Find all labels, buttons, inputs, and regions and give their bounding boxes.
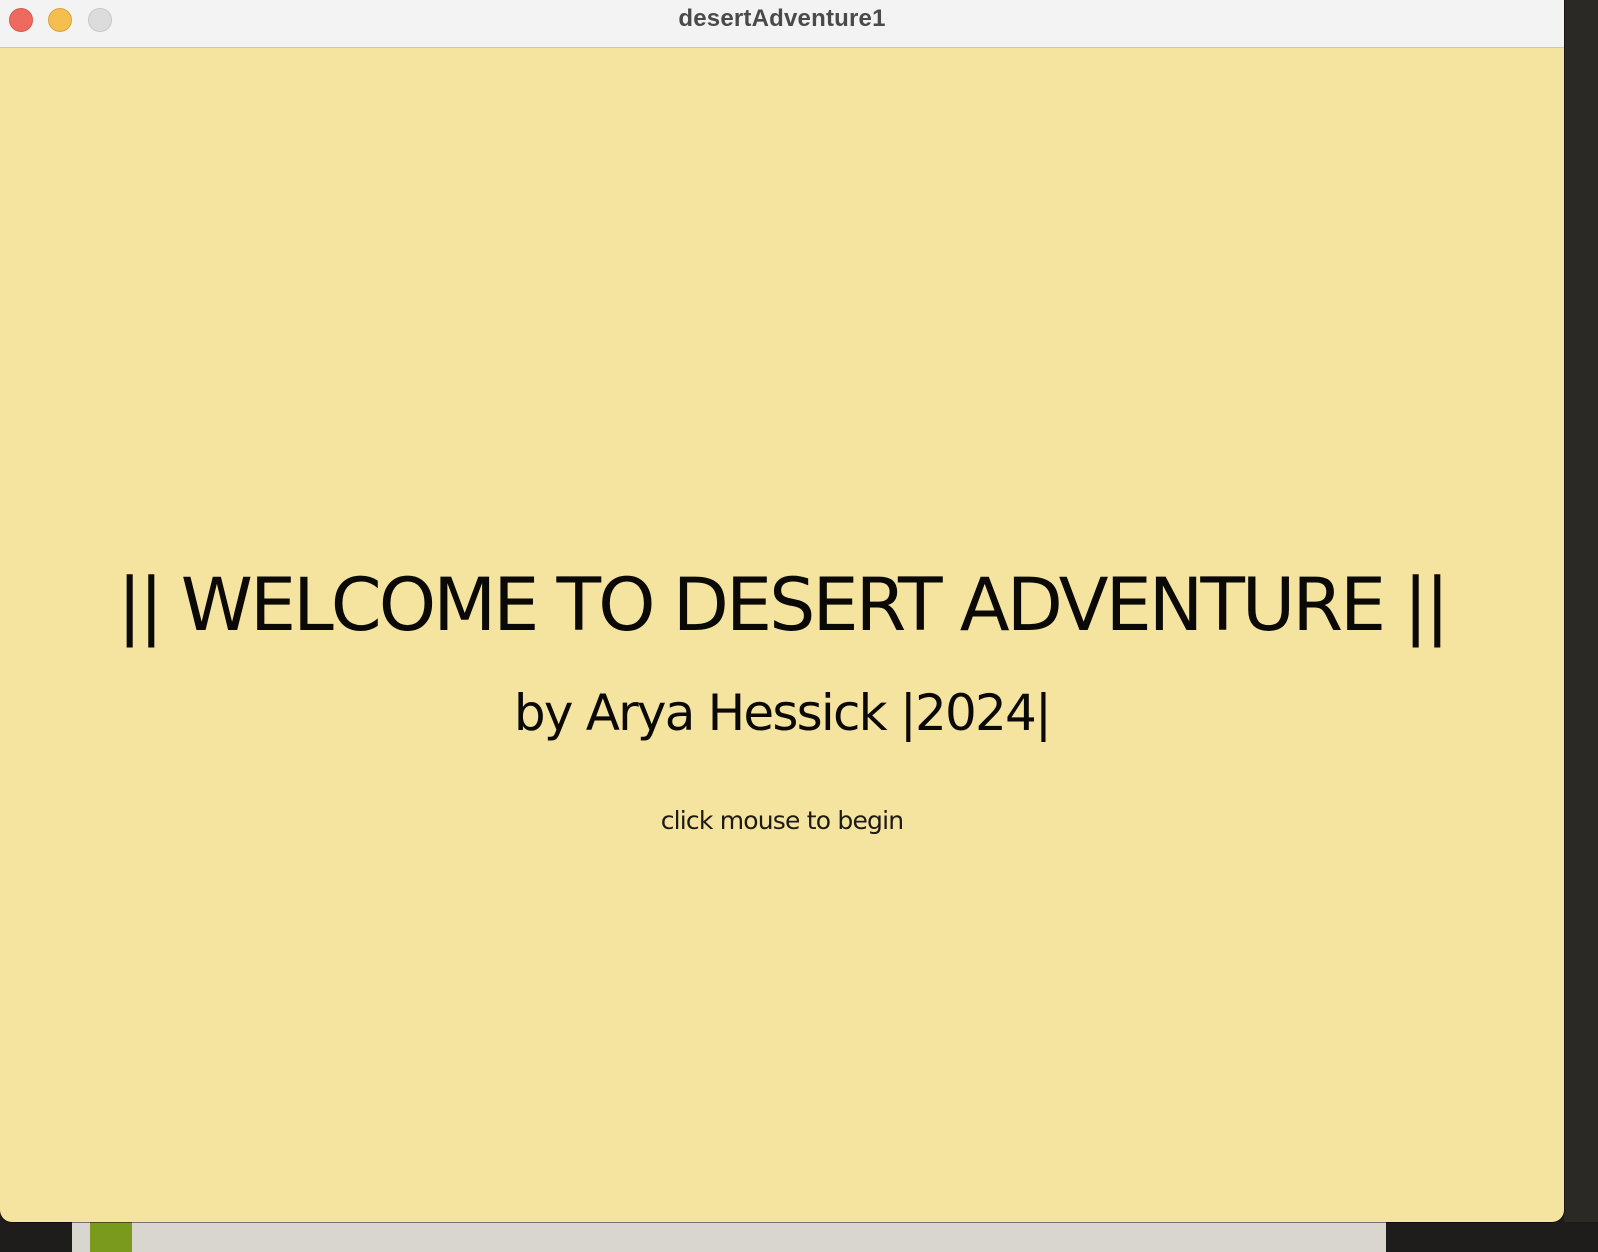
welcome-headline: || WELCOME TO DESERT ADVENTURE || (117, 563, 1449, 648)
author-byline: by Arya Hessick |2024| (513, 684, 1052, 742)
game-canvas[interactable]: || WELCOME TO DESERT ADVENTURE || by Ary… (0, 48, 1564, 1222)
window-titlebar[interactable]: desertAdventure1 (0, 0, 1564, 48)
window-title: desertAdventure1 (678, 5, 886, 32)
app-window: desertAdventure1 || WELCOME TO DESERT AD… (0, 0, 1564, 1222)
background-desktop (1564, 0, 1598, 1252)
background-app-panel (72, 1222, 1386, 1252)
background-app-chip (90, 1222, 132, 1252)
start-prompt: click mouse to begin (660, 806, 904, 835)
